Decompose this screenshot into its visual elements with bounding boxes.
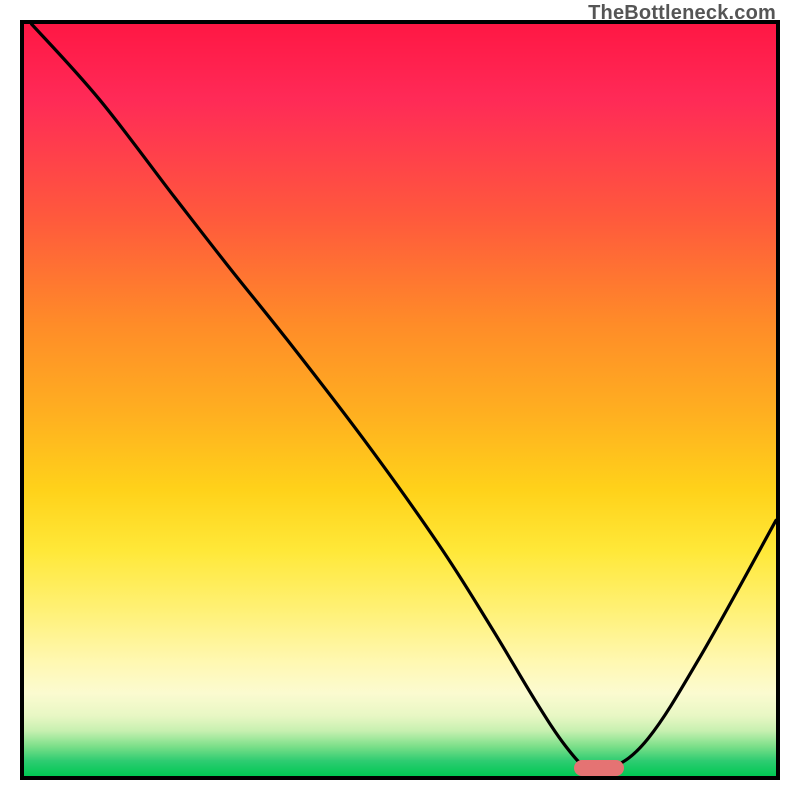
chart-frame <box>20 20 780 780</box>
curve-path <box>32 24 776 772</box>
chart-curve <box>24 24 776 776</box>
optimal-marker <box>574 760 624 776</box>
